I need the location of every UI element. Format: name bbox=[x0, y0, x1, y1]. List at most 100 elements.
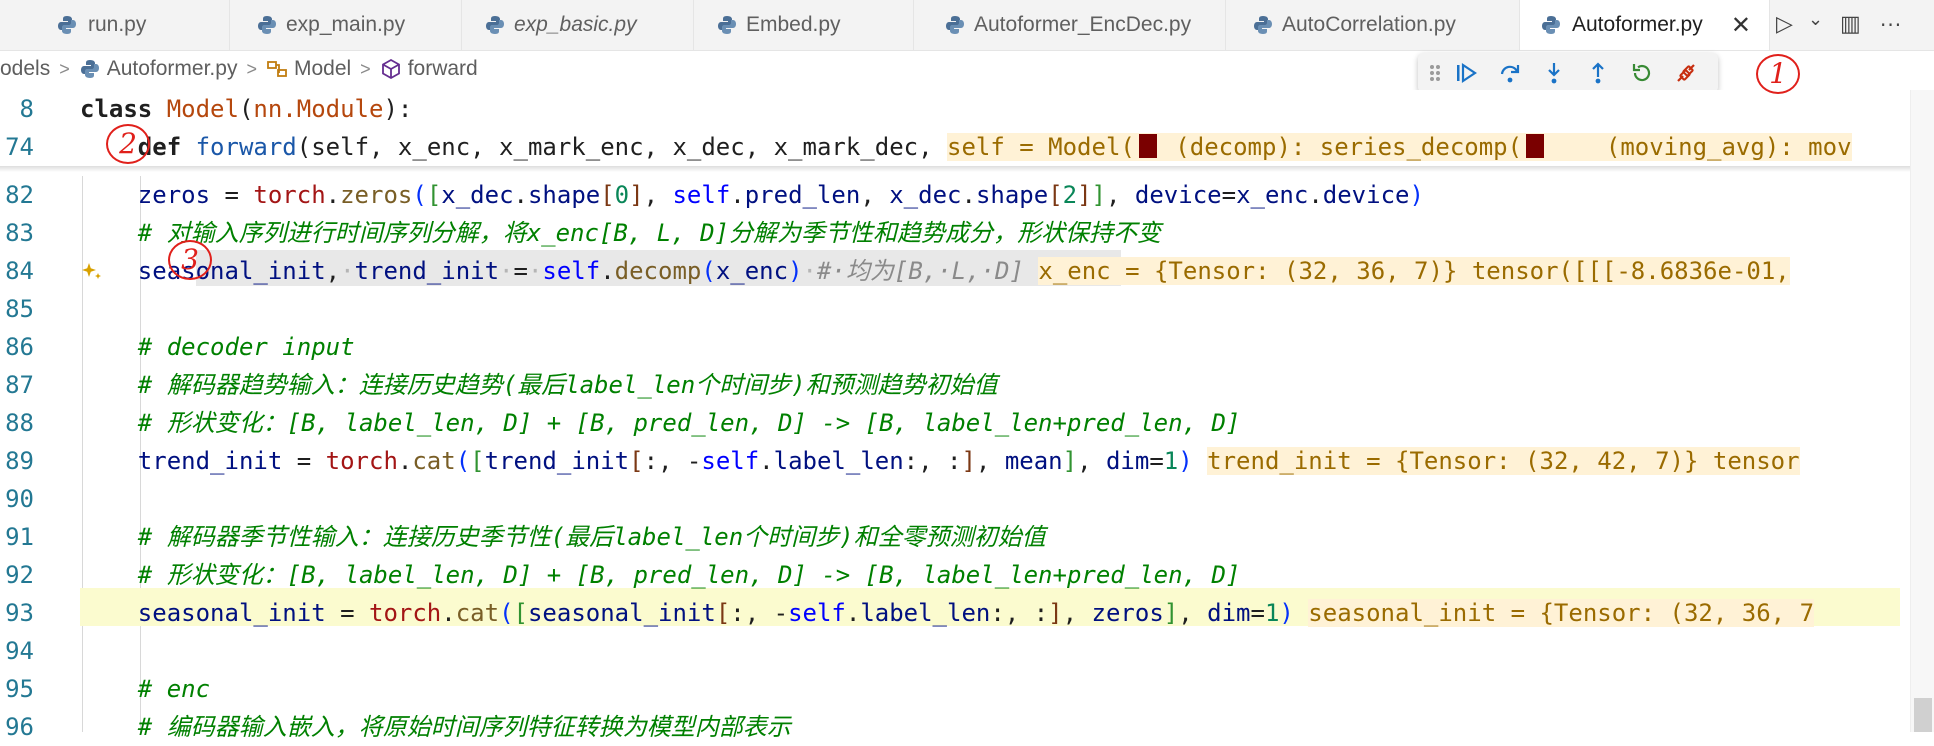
more-actions-icon[interactable]: ··· bbox=[1880, 11, 1902, 39]
tab-autoformer-py[interactable]: Autoformer.py ✕ bbox=[1520, 0, 1770, 50]
comment: # 解码器趋势输入：连接历史趋势(最后label_len个时间步)和预测趋势初始… bbox=[137, 371, 998, 399]
run-icon[interactable]: ▷ bbox=[1776, 11, 1793, 39]
class-name: Model bbox=[166, 95, 239, 123]
comment: # decoder input bbox=[137, 333, 355, 361]
code-line-96[interactable]: 96 # 编码器输入嵌入，将原始时间序列特征转换为模型内部表示 bbox=[0, 708, 1934, 746]
tab-exp-basic-py[interactable]: exp_basic.py bbox=[462, 0, 694, 50]
inline-value-text: self = Model( bbox=[947, 133, 1135, 161]
code-text: # decoder input bbox=[80, 328, 355, 366]
sticky-line-8[interactable]: 8 class Model(nn.Module): bbox=[0, 90, 1934, 128]
line-number: 89 bbox=[5, 447, 34, 475]
python-file-icon bbox=[718, 16, 736, 34]
code-line-87[interactable]: 87 # 解码器趋势输入：连接历史趋势(最后label_len个时间步)和预测趋… bbox=[0, 366, 1934, 404]
comment: # 解码器季节性输入：连接历史季节性(最后label_len个时间步)和全零预测… bbox=[137, 523, 1046, 551]
code-line-82[interactable]: 82 zeros = torch.zeros([x_dec.shape[0], … bbox=[0, 176, 1934, 214]
code-text: # 编码器输入嵌入，将原始时间序列特征转换为模型内部表示 bbox=[80, 708, 791, 746]
editor-actions: ▷ ⌄ ▥ ··· bbox=[1770, 0, 1934, 50]
restart-icon[interactable] bbox=[1630, 61, 1654, 85]
code-text: seasonal_init = torch.cat([seasonal_init… bbox=[137, 599, 1815, 627]
inline-debug-value: x_enc = {Tensor: (32, 36, 7)} tensor([[[… bbox=[1038, 257, 1790, 285]
code-text: # 形状变化：[B, label_len, D] + [B, pred_len,… bbox=[80, 556, 1241, 594]
python-file-icon bbox=[1254, 16, 1272, 34]
tab-label: Autoformer_EncDec.py bbox=[974, 13, 1192, 36]
tab-embed-py[interactable]: Embed.py bbox=[694, 0, 914, 50]
code-line-94[interactable]: 94 bbox=[0, 632, 1934, 670]
code-line-92[interactable]: 92 # 形状变化：[B, label_len, D] + [B, pred_l… bbox=[0, 556, 1934, 594]
code-line-93[interactable]: 93 seasonal_init = torch.cat([seasonal_i… bbox=[0, 594, 1934, 632]
code-line-88[interactable]: 88 # 形状变化：[B, label_len, D] + [B, pred_l… bbox=[0, 404, 1934, 442]
python-file-icon bbox=[258, 16, 276, 34]
code-line-89[interactable]: 89 trend_init = torch.cat([trend_init[:,… bbox=[0, 442, 1934, 480]
code-text: # 对输入序列进行时间序列分解，将x_enc[B, L, D]分解为季节性和趋势… bbox=[80, 214, 1161, 252]
code-line-83[interactable]: 83 # 对输入序列进行时间序列分解，将x_enc[B, L, D]分解为季节性… bbox=[0, 214, 1934, 252]
breadcrumb-folder[interactable]: odels bbox=[0, 57, 50, 81]
annotation-marker-2: 2 bbox=[106, 124, 150, 164]
continue-icon[interactable] bbox=[1454, 61, 1478, 85]
breadcrumb-method[interactable]: forward bbox=[408, 57, 478, 81]
base-class: nn.Module bbox=[253, 95, 384, 123]
inline-debug-value: seasonal_init = {Tensor: (32, 36, 7 bbox=[1308, 599, 1815, 627]
chevron-right-icon: > bbox=[246, 58, 257, 79]
annotation-marker-1: 1 bbox=[1756, 54, 1800, 94]
code-line-85[interactable]: 85 bbox=[0, 290, 1934, 328]
function-name: forward bbox=[195, 133, 297, 161]
paren: ): bbox=[383, 95, 413, 123]
close-icon[interactable]: ✕ bbox=[1731, 12, 1751, 38]
disconnect-icon[interactable] bbox=[1674, 61, 1698, 85]
step-into-icon[interactable] bbox=[1542, 61, 1566, 85]
parameters: self, x_enc, x_mark_enc, x_dec, x_mark_d… bbox=[311, 133, 933, 161]
line-number: 83 bbox=[5, 219, 34, 247]
vertical-scrollbar[interactable] bbox=[1910, 90, 1934, 732]
inline-value-text: (moving_avg): mov bbox=[1548, 133, 1852, 161]
inline-value-text: (decomp): series_decomp( bbox=[1160, 133, 1523, 161]
line-number: 93 bbox=[5, 599, 34, 627]
code-line-86[interactable]: 86 # decoder input bbox=[0, 328, 1934, 366]
code-line-90[interactable]: 90 bbox=[0, 480, 1934, 518]
tab-label: AutoCorrelation.py bbox=[1282, 13, 1456, 36]
scrollbar-thumb[interactable] bbox=[1914, 698, 1932, 732]
tab-label: exp_basic.py bbox=[514, 13, 637, 36]
chevron-right-icon: > bbox=[360, 58, 371, 79]
line-number: 8 bbox=[19, 95, 34, 123]
breadcrumb-class[interactable]: Model bbox=[294, 57, 351, 81]
tab-autoformer-encdec-py[interactable]: Autoformer_EncDec.py bbox=[914, 0, 1226, 50]
python-file-icon bbox=[1542, 16, 1560, 34]
code-editor[interactable]: 8 class Model(nn.Module): 74 def forward… bbox=[0, 90, 1934, 741]
line-number: 91 bbox=[5, 523, 34, 551]
comment: # 形状变化：[B, label_len, D] + [B, pred_len,… bbox=[137, 561, 1241, 589]
code-text: # 解码器趋势输入：连接历史趋势(最后label_len个时间步)和预测趋势初始… bbox=[80, 366, 998, 404]
step-over-icon[interactable] bbox=[1498, 61, 1522, 85]
code-line-91[interactable]: 91 # 解码器季节性输入：连接历史季节性(最后label_len个时间步)和全… bbox=[0, 518, 1934, 556]
comment: # enc bbox=[137, 675, 211, 703]
code-text: trend_init = torch.cat([trend_init[:, -s… bbox=[137, 447, 1800, 475]
tab-run-py[interactable]: run.py bbox=[0, 0, 230, 50]
line-number: 96 bbox=[5, 713, 34, 741]
annotation-marker-3: 3 bbox=[168, 240, 212, 280]
drag-handle-icon[interactable] bbox=[1428, 61, 1442, 85]
sticky-scroll-shadow bbox=[0, 166, 1934, 172]
inline-debug-value: trend_init = {Tensor: (32, 42, 7)} tenso… bbox=[1207, 447, 1800, 475]
code-text: seasonal_init,·trend_init·=·self.decomp(… bbox=[137, 257, 1790, 285]
code-line-84[interactable]: 84 seasonal_init,·trend_init·=·self.deco… bbox=[0, 252, 1934, 290]
step-out-icon[interactable] bbox=[1586, 61, 1610, 85]
code-text: # 形状变化：[B, label_len, D] + [B, pred_len,… bbox=[80, 404, 1241, 442]
breadcrumb-file[interactable]: Autoformer.py bbox=[107, 57, 238, 81]
code-text: def forward(self, x_enc, x_mark_enc, x_d… bbox=[137, 133, 1852, 161]
code-text: # enc bbox=[80, 670, 210, 708]
comment: # 对输入序列进行时间序列分解，将x_enc[B, L, D]分解为季节性和趋势… bbox=[137, 219, 1161, 247]
chevron-down-icon[interactable]: ⌄ bbox=[1808, 6, 1823, 34]
code-text: zeros = torch.zeros([x_dec.shape[0], sel… bbox=[137, 181, 1424, 209]
line-number: 85 bbox=[5, 295, 34, 323]
line-number: 74 bbox=[5, 133, 34, 161]
tab-autocorrelation-py[interactable]: AutoCorrelation.py bbox=[1226, 0, 1520, 50]
line-number: 95 bbox=[5, 675, 34, 703]
split-editor-icon[interactable]: ▥ bbox=[1840, 11, 1861, 39]
code-line-95[interactable]: 95 # enc bbox=[0, 670, 1934, 708]
line-number: 87 bbox=[5, 371, 34, 399]
sticky-line-74[interactable]: 74 def forward(self, x_enc, x_mark_enc, … bbox=[0, 128, 1934, 166]
comment: #·均为[B,·L,·D] bbox=[816, 257, 1024, 285]
line-number: 92 bbox=[5, 561, 34, 589]
tab-exp-main-py[interactable]: exp_main.py bbox=[230, 0, 462, 50]
line-number: 94 bbox=[5, 637, 34, 665]
paren: ( bbox=[238, 95, 254, 123]
